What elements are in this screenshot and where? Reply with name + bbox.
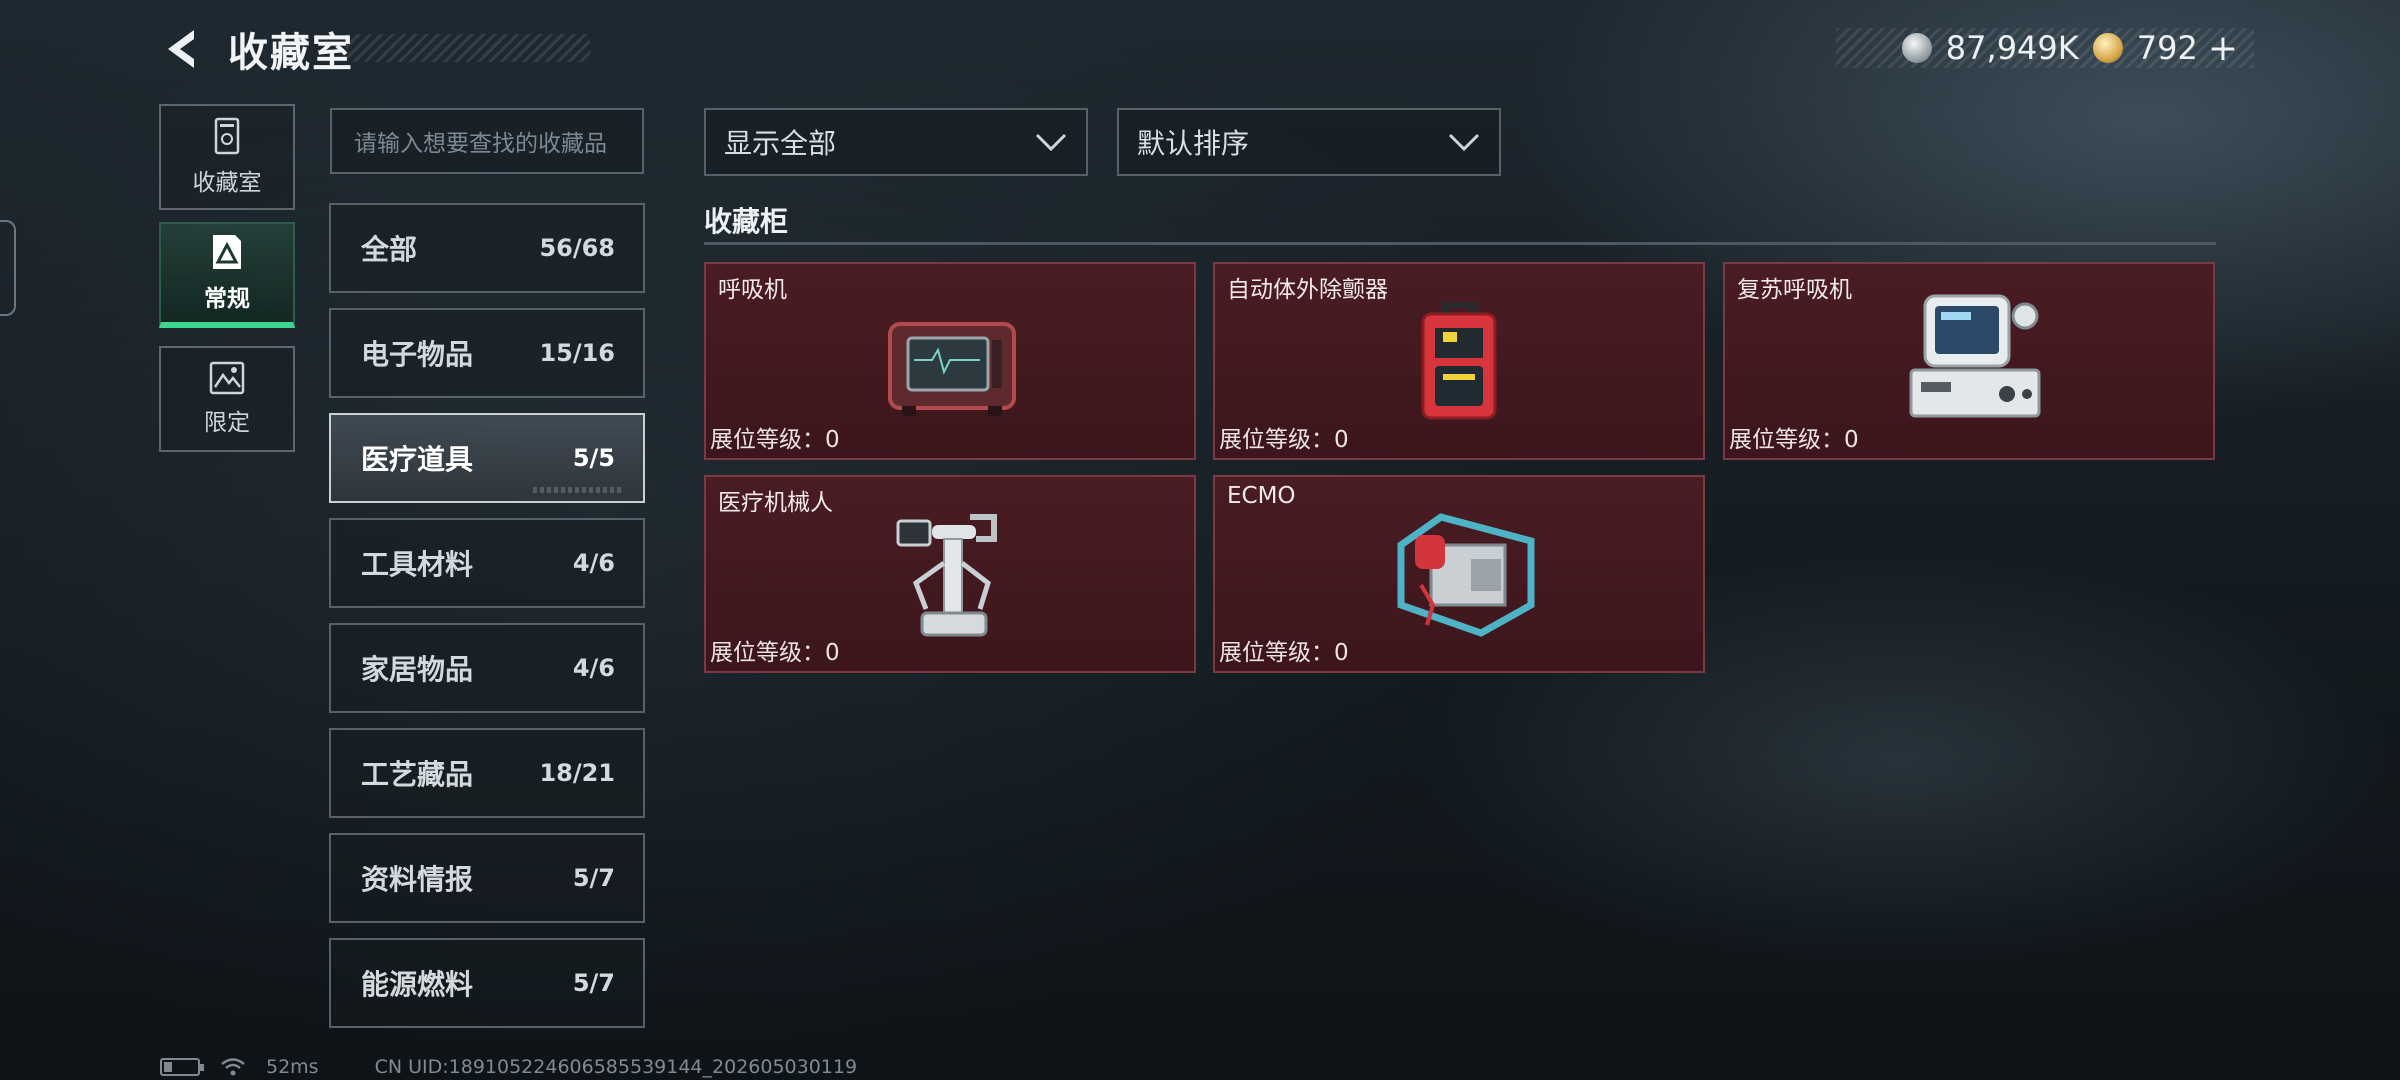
category-name: 医疗道具 [361, 443, 474, 476]
category-name: 工具材料 [361, 548, 474, 581]
category-count: 4/6 [572, 654, 615, 682]
item-card-medical-robot[interactable]: 医疗机械人 展位等级：0 [704, 475, 1196, 673]
page-title: 收藏室 [228, 30, 354, 76]
side-drawer-handle[interactable] [0, 220, 16, 316]
category-tools[interactable]: 工具材料 4/6 [329, 518, 645, 608]
item-level: 展位等级：0 [1219, 420, 1349, 454]
category-count: 15/16 [539, 339, 615, 367]
category-name: 家居物品 [361, 653, 474, 686]
category-count: 56/68 [539, 234, 615, 262]
category-count: 5/5 [572, 444, 615, 472]
rail-tab-regular[interactable]: 常规 [159, 222, 295, 328]
item-level: 展位等级：0 [1219, 633, 1349, 667]
item-name: 自动体外除颤器 [1227, 277, 1388, 303]
sort-dropdown[interactable]: 默认排序 [1117, 108, 1501, 176]
category-name: 全部 [361, 233, 418, 266]
item-card-ecmo[interactable]: ECMO 展位等级：0 [1213, 475, 1705, 673]
medical-robot-image [896, 514, 997, 637]
chevron-down-icon [1448, 133, 1480, 152]
currency-bar: 87,949K 792 + [1836, 28, 2254, 69]
item-level-value: 0 [825, 640, 840, 666]
display-filter-dropdown[interactable]: 显示全部 [704, 108, 1088, 176]
rail-tab-limited[interactable]: 限定 [159, 346, 295, 452]
category-name: 资料情报 [361, 863, 474, 896]
rail-tab-collection-room[interactable]: 收藏室 [159, 104, 295, 210]
item-level-value: 0 [1334, 640, 1349, 666]
category-intel[interactable]: 资料情报 5/7 [329, 833, 645, 923]
cabinet-icon [214, 117, 240, 155]
battery-icon [160, 1058, 204, 1076]
section-divider [704, 242, 2216, 245]
warning-card-icon [213, 235, 241, 269]
category-count: 5/7 [572, 969, 615, 997]
sort-value: 默认排序 [1137, 127, 1250, 160]
search-placeholder: 请输入想要查找的收藏品 [354, 131, 607, 157]
title-decoration [346, 34, 590, 62]
rail-tab-label: 限定 [204, 410, 250, 436]
section-title: 收藏柜 [704, 205, 789, 238]
item-level-label: 展位等级： [710, 427, 825, 453]
item-name: ECMO [1227, 483, 1296, 509]
item-level-value: 0 [1334, 427, 1349, 453]
item-name: 呼吸机 [718, 277, 787, 303]
rail-tab-label: 常规 [204, 286, 250, 312]
ventilator-image [888, 322, 1016, 416]
item-level: 展位等级：0 [1729, 420, 1859, 454]
category-name: 能源燃料 [361, 968, 474, 1001]
item-level-label: 展位等级： [710, 640, 825, 666]
category-electronics[interactable]: 电子物品 15/16 [329, 308, 645, 398]
add-currency-button[interactable]: + [2208, 28, 2238, 69]
item-name: 医疗机械人 [718, 490, 833, 516]
item-name: 复苏呼吸机 [1737, 277, 1852, 303]
category-household[interactable]: 家居物品 4/6 [329, 623, 645, 713]
category-count: 5/7 [572, 864, 615, 892]
resuscitator-image [1909, 294, 2041, 418]
item-level: 展位等级：0 [710, 633, 840, 667]
item-level-value: 0 [1844, 427, 1859, 453]
silver-coin-icon [1901, 33, 1932, 63]
category-energy[interactable]: 能源燃料 5/7 [329, 938, 645, 1028]
rail-tab-label: 收藏室 [192, 170, 262, 196]
item-level: 展位等级：0 [710, 420, 840, 454]
status-footer: 52ms CN UID:1891052246065855391​44_20260… [160, 1056, 857, 1078]
item-card-resuscitator[interactable]: 复苏呼吸机 展位等级：0 [1723, 262, 2215, 460]
category-crafts[interactable]: 工艺藏品 18/21 [329, 728, 645, 818]
gold-coin-icon [2092, 33, 2123, 63]
category-medical[interactable]: 医疗道具 5/5 [329, 413, 645, 503]
chevron-down-icon [1035, 133, 1067, 152]
uid-text: CN UID:1891052246065855391​44_2026050301… [374, 1056, 858, 1078]
item-level-value: 0 [825, 427, 840, 453]
silver-currency-value: 87,949K [1945, 29, 2079, 67]
category-count: 4/6 [572, 549, 615, 577]
back-arrow-icon[interactable] [160, 26, 202, 72]
category-name: 电子物品 [361, 338, 474, 371]
wifi-icon [221, 1058, 245, 1076]
display-filter-value: 显示全部 [724, 127, 837, 160]
collection-search-input[interactable]: 请输入想要查找的收藏品 [330, 108, 644, 174]
category-count: 18/21 [539, 759, 615, 787]
ping-value: 52ms [266, 1056, 319, 1078]
item-card-aed[interactable]: 自动体外除颤器 展位等级：0 [1213, 262, 1705, 460]
item-level-label: 展位等级： [1729, 427, 1844, 453]
item-level-label: 展位等级： [1219, 640, 1334, 666]
item-card-ventilator[interactable]: 呼吸机 展位等级：0 [704, 262, 1196, 460]
ecmo-image [1397, 513, 1535, 637]
aed-image [1421, 302, 1497, 420]
item-level-label: 展位等级： [1219, 427, 1334, 453]
landscape-icon [209, 361, 245, 395]
selected-marker [533, 487, 623, 493]
category-name: 工艺藏品 [361, 758, 474, 791]
gold-currency-value: 792 [2136, 29, 2198, 67]
category-all[interactable]: 全部 56/68 [329, 203, 645, 293]
